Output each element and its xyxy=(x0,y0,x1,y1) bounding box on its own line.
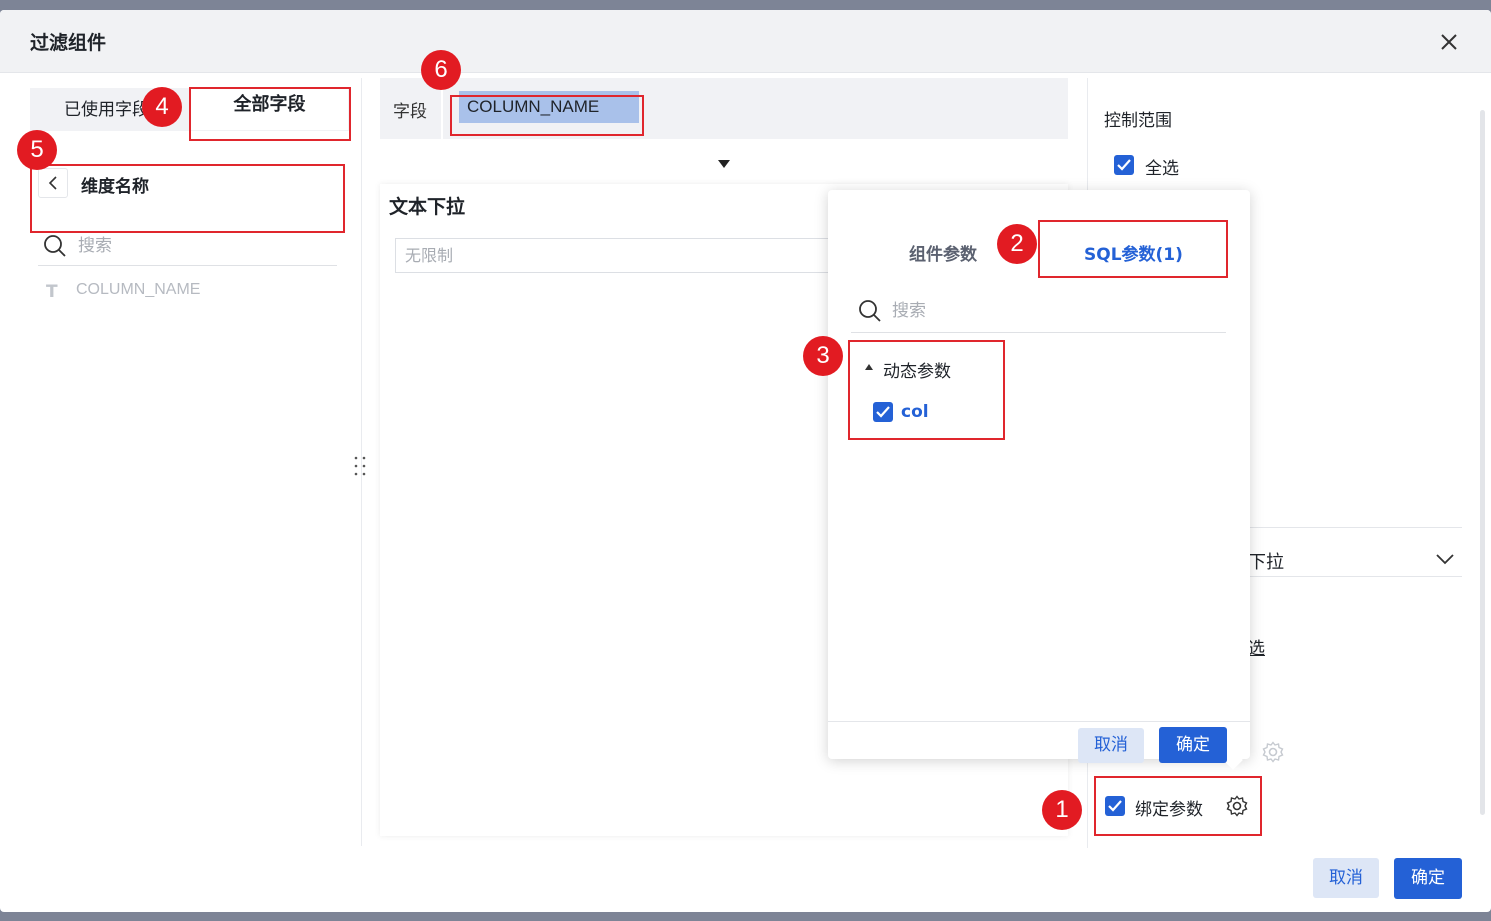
gear-icon-faded[interactable] xyxy=(1261,740,1285,764)
tab-component-params[interactable]: 组件参数 xyxy=(909,240,977,265)
tab-used-fields[interactable]: 已使用字段 xyxy=(64,95,149,120)
close-icon[interactable] xyxy=(1437,30,1461,54)
field-item-name: COLUMN_NAME xyxy=(76,281,201,298)
field-label: 字段 xyxy=(393,102,427,122)
annotation-badge-3: 3 xyxy=(803,336,843,376)
annotation-badge-1: 1 xyxy=(1042,790,1082,830)
widget-title: 文本下拉 xyxy=(389,196,466,218)
annotation-box-3 xyxy=(848,340,1005,440)
dialog-header: 过滤组件 xyxy=(0,10,1491,73)
annotation-box-2 xyxy=(1038,220,1228,278)
annotation-badge-2: 2 xyxy=(997,224,1037,264)
annotation-box-6 xyxy=(450,95,644,136)
right-scrollbar[interactable] xyxy=(1480,110,1485,815)
dialog-title: 过滤组件 xyxy=(30,32,107,54)
popup-search-underline xyxy=(851,332,1226,333)
dialog-confirm-button[interactable]: 确定 xyxy=(1394,858,1462,899)
popup-confirm-button[interactable]: 确定 xyxy=(1159,727,1227,763)
widget-dropdown-input[interactable]: 无限制 xyxy=(395,238,855,273)
chevron-down-icon[interactable] xyxy=(1434,550,1456,568)
select-all-label: 全选 xyxy=(1145,159,1179,179)
popup-cancel-button[interactable]: 取消 xyxy=(1078,728,1144,763)
drag-dots-icon xyxy=(354,456,366,476)
control-range-label: 控制范围 xyxy=(1104,111,1172,131)
text-type-icon: T xyxy=(46,282,58,302)
select-all-checkbox[interactable] xyxy=(1114,155,1134,175)
check-icon xyxy=(1117,159,1131,171)
annotation-badge-6: 6 xyxy=(421,50,461,90)
annotation-badge-5: 5 xyxy=(17,130,57,170)
popup-search-input[interactable]: 搜索 xyxy=(892,296,926,321)
popup-search-icon xyxy=(859,300,881,322)
drag-handle[interactable] xyxy=(352,455,368,479)
left-search-input[interactable]: 搜索 xyxy=(78,231,112,256)
left-search-underline xyxy=(38,265,337,266)
dialog-cancel-button[interactable]: 取消 xyxy=(1313,858,1379,898)
partial-option-text: 选 xyxy=(1248,639,1265,659)
annotation-box-5 xyxy=(30,164,345,233)
search-icon xyxy=(44,235,66,257)
annotation-box-1 xyxy=(1094,776,1262,836)
caret-down-icon[interactable] xyxy=(717,158,731,170)
annotation-box-4 xyxy=(189,87,351,141)
popup-footer-divider xyxy=(828,721,1250,722)
annotation-badge-4: 4 xyxy=(142,87,182,127)
widget-type-partial: 下拉 xyxy=(1248,552,1284,573)
